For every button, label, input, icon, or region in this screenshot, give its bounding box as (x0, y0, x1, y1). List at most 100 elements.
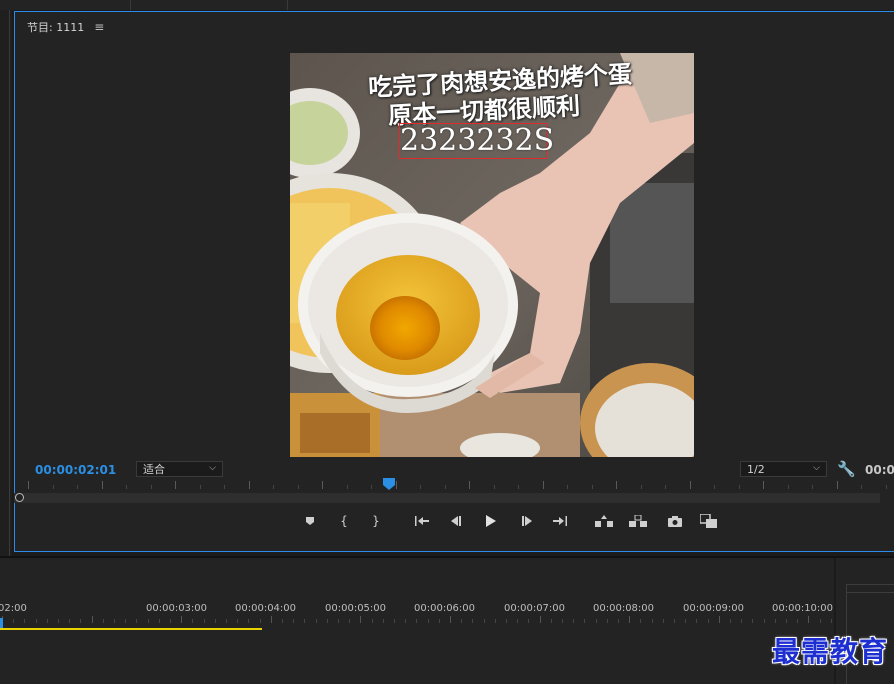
video-preview[interactable]: 吃完了肉想安逸的烤个蛋 原本一切都很顺利 2323232S (290, 53, 694, 457)
timeline-tick (316, 619, 317, 623)
premiere-workspace: 节目: 1111 ≡ 吃完了肉想安逸的烤个蛋 原本一切都很顺利 2323232S… (0, 0, 894, 684)
ruler-tick (224, 485, 225, 489)
timeline-tick (416, 619, 417, 623)
ruler-tick (690, 481, 691, 489)
hamburger-icon[interactable]: ≡ (94, 20, 104, 34)
timeline-tick (528, 619, 529, 623)
watermark-text: 最需教育 (771, 635, 888, 668)
timeline-tick (327, 619, 328, 623)
timeline-tick (204, 619, 205, 623)
chevron-down-icon: ⌵ (813, 463, 820, 473)
timeline-time-label: 00:00:09:00 (683, 603, 745, 614)
ruler-tick (420, 485, 421, 489)
ruler-tick (714, 485, 715, 489)
timeline-tick (428, 619, 429, 623)
timeline-tick (652, 619, 653, 623)
playhead-marker-icon[interactable] (383, 478, 395, 490)
timeline-time-label: 02:00 (0, 603, 27, 614)
panel-title[interactable]: 节目: 1111 (27, 19, 84, 35)
lift-icon[interactable] (594, 512, 614, 530)
ruler-tick (518, 485, 519, 489)
timeline-tick (248, 619, 249, 623)
timeline-tick (360, 616, 361, 623)
timeline-tick (752, 619, 753, 623)
timeline-tick (226, 619, 227, 623)
timeline-tick (831, 619, 832, 623)
go-to-in-icon[interactable] (412, 512, 432, 530)
timeline-tick (663, 619, 664, 623)
ruler-tick (371, 485, 372, 489)
ruler-tick (151, 485, 152, 489)
ruler-tick (788, 485, 789, 489)
ruler-tick (126, 485, 127, 489)
ruler-tick (175, 481, 176, 489)
timeline-tick (741, 619, 742, 623)
timeline-time-label: 00:00:03:00 (146, 603, 208, 614)
panel-divider (130, 0, 131, 10)
ruler-tick (249, 481, 250, 489)
zoom-fit-value: 适合 (143, 463, 165, 476)
extract-icon[interactable] (628, 512, 648, 530)
timeline-tick (808, 616, 809, 623)
timeline-tick (304, 619, 305, 623)
mark-out-icon[interactable]: } (366, 512, 386, 530)
ruler-tick (837, 481, 838, 489)
go-to-out-icon[interactable] (550, 512, 570, 530)
top-panel-strip (0, 0, 894, 10)
wrench-icon[interactable]: 🔧 (837, 460, 856, 478)
ruler-tick (665, 485, 666, 489)
ruler-tick (763, 481, 764, 489)
scrub-bar[interactable] (14, 493, 880, 503)
chevron-down-icon: ⌵ (209, 463, 216, 473)
mark-in-icon[interactable]: { (334, 512, 354, 530)
timeline-tick (136, 619, 137, 623)
ruler-tick (812, 485, 813, 489)
timeline-time-label: 00:00:08:00 (593, 603, 655, 614)
step-forward-icon[interactable] (517, 512, 537, 530)
timeline-panel[interactable]: 02:00 00:00:03:00 00:00:04:00 00:00:05:00 00… (0, 558, 894, 684)
timeline-tick (730, 619, 731, 623)
export-frame-icon[interactable] (665, 512, 685, 530)
timeline-tick (719, 616, 720, 623)
monitor-time-ruler[interactable] (14, 477, 887, 493)
ruler-tick (861, 485, 862, 489)
timeline-tick (629, 616, 630, 623)
program-monitor-panel[interactable]: 节目: 1111 ≡ 吃完了肉想安逸的烤个蛋 原本一切都很顺利 2323232S… (14, 11, 894, 552)
ruler-tick (396, 481, 397, 489)
timeline-tick (696, 619, 697, 623)
panel-divider (287, 0, 288, 10)
timeline-time-label: 00:00:06:00 (414, 603, 476, 614)
timeline-tick (640, 619, 641, 623)
timeline-tick (562, 619, 563, 623)
timeline-time-label: 00:00:10:00 (772, 603, 834, 614)
ruler-tick (53, 485, 54, 489)
timeline-tick (573, 619, 574, 623)
timeline-tick (372, 619, 373, 623)
title-text-box[interactable]: 2323232S (399, 123, 554, 159)
timeline-tick (282, 619, 283, 623)
ruler-tick (77, 485, 78, 489)
timeline-tick (685, 619, 686, 623)
timeline-tick (786, 619, 787, 623)
timeline-tick (405, 619, 406, 623)
zoom-fit-dropdown[interactable]: 适合 ⌵ (136, 461, 223, 477)
timeline-tick (439, 619, 440, 623)
scrub-handle[interactable] (15, 493, 24, 502)
step-back-icon[interactable] (446, 512, 466, 530)
ruler-tick (886, 485, 887, 489)
timeline-tick (472, 619, 473, 623)
comparison-view-icon[interactable] (699, 512, 719, 530)
playback-resolution-dropdown[interactable]: 1/2 ⌵ (740, 461, 827, 477)
panel-divider (9, 10, 10, 556)
timeline-tick (36, 619, 37, 623)
play-icon[interactable] (481, 512, 501, 530)
current-timecode[interactable]: 00:00:02:01 (35, 463, 116, 477)
timeline-tick (584, 619, 585, 623)
timeline-playhead[interactable] (0, 618, 3, 628)
timeline-tick (394, 619, 395, 623)
add-marker-icon[interactable] (300, 512, 320, 530)
work-area-bar[interactable] (0, 628, 262, 630)
duration-timecode[interactable]: 00:00 (865, 463, 894, 477)
timeline-tick (349, 619, 350, 623)
timeline-tick (260, 619, 261, 623)
